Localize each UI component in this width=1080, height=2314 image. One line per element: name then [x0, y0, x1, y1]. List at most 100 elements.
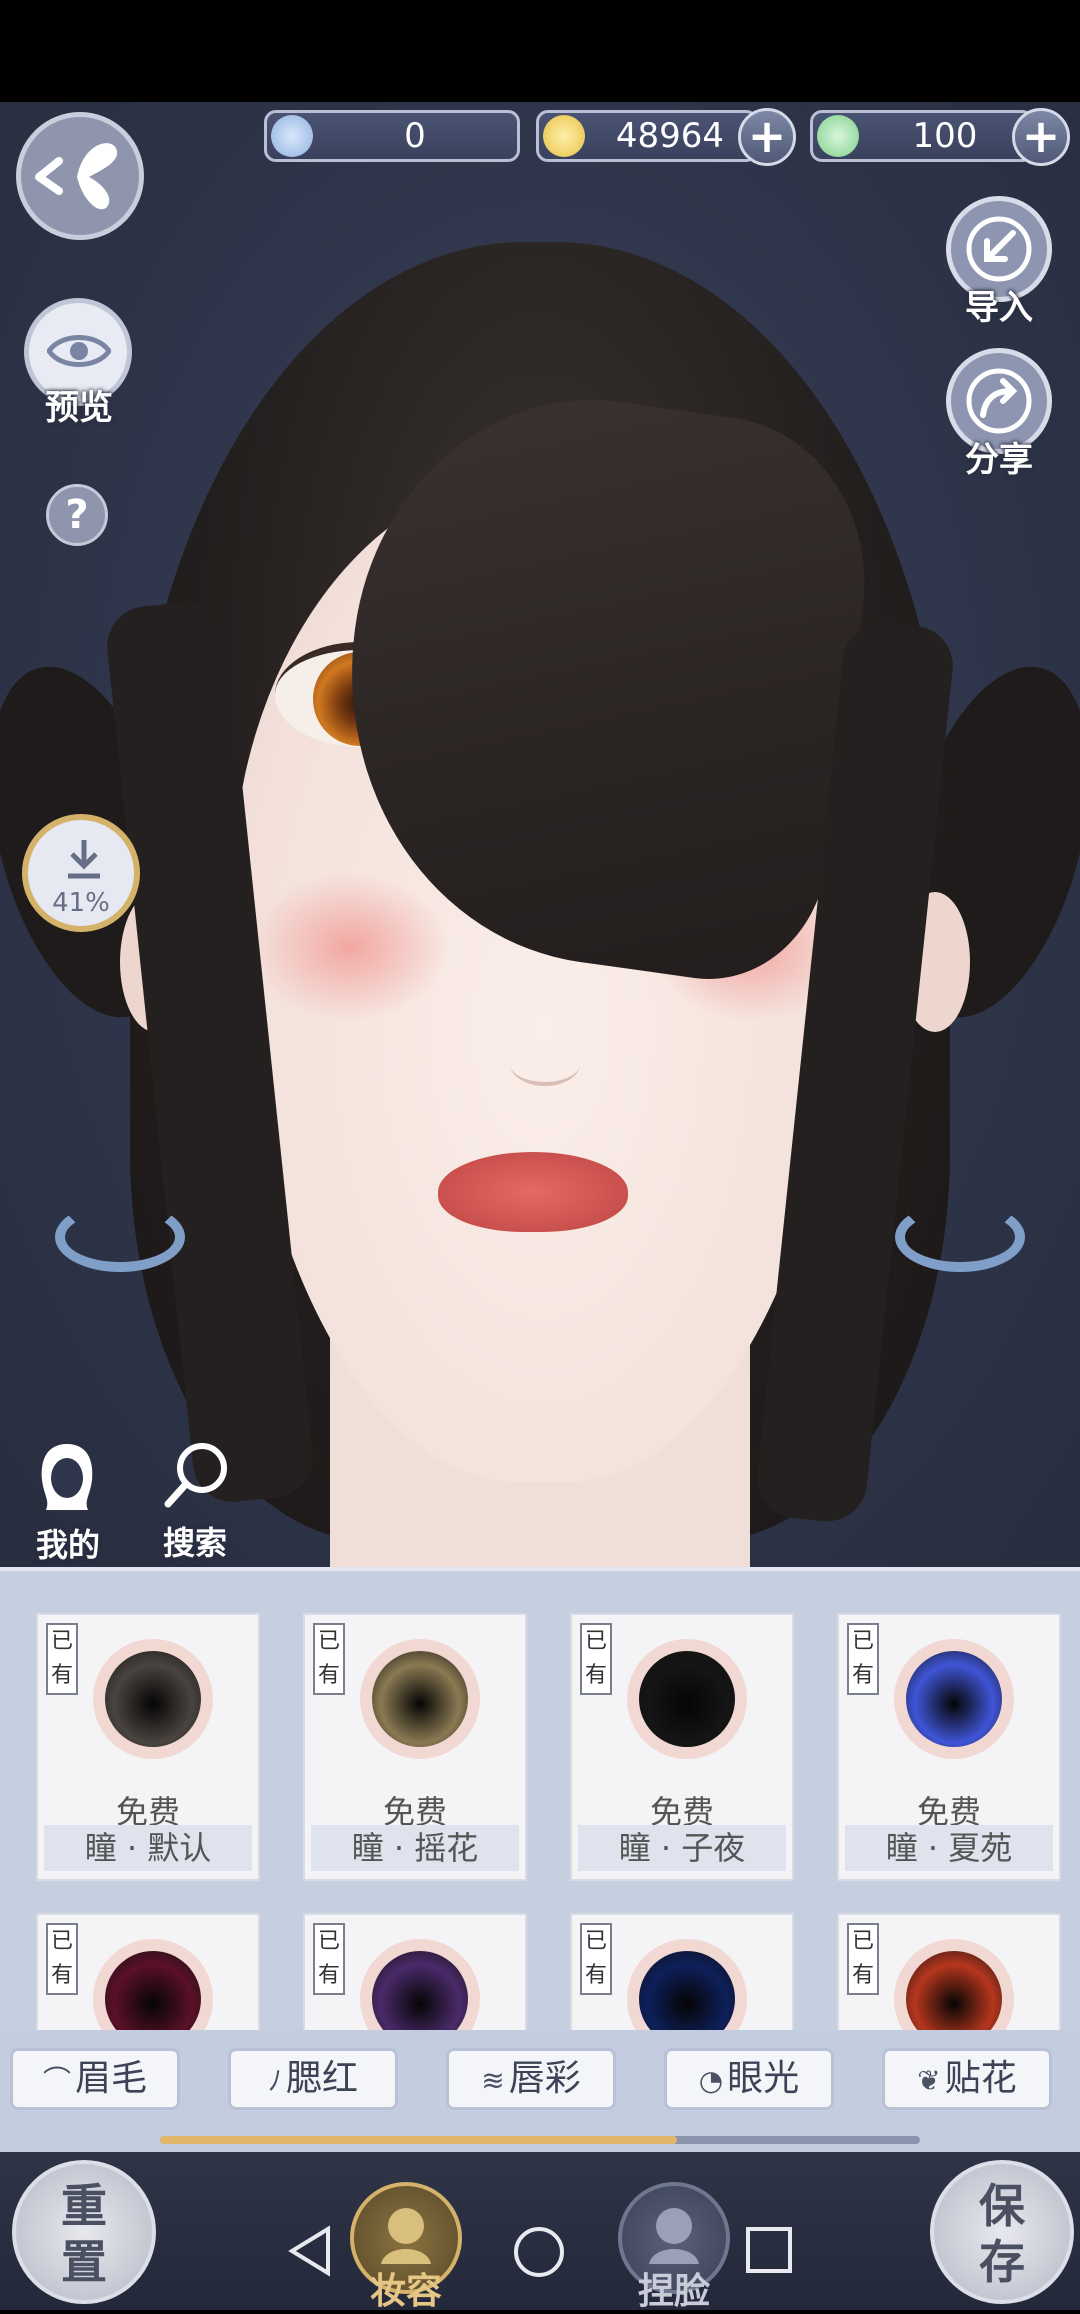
tab-label: 贴花	[944, 2058, 1017, 2099]
pupil-color	[105, 1951, 201, 2031]
jade-token-icon	[817, 115, 859, 157]
search-label: 搜索	[162, 1524, 227, 1562]
sticker-icon: ❦	[917, 2064, 941, 2097]
makeup-portrait-icon	[381, 2208, 431, 2264]
share-icon	[966, 368, 1032, 434]
currency-jade: 100	[810, 110, 1034, 162]
nav-home-icon[interactable]	[512, 2225, 566, 2279]
add-jade-button[interactable]: +	[1012, 108, 1070, 166]
pupil-color	[906, 1951, 1002, 2031]
save-button[interactable]: 保 存	[930, 2160, 1074, 2304]
pupil-color	[105, 1651, 201, 1747]
pupil-card[interactable]: 已有 免费瞳 · 夏苑	[837, 1613, 1061, 1881]
tab-eye-light[interactable]: ◔ 眼光	[664, 2048, 834, 2110]
tab-scrollbar[interactable]	[160, 2136, 920, 2144]
tab-label: 眼光	[727, 2058, 800, 2099]
pupil-card[interactable]: 已有	[303, 1913, 527, 2031]
eye-light-icon: ◔	[698, 2064, 724, 2097]
currency-value: 0	[404, 116, 426, 156]
pupil-card[interactable]: 已有	[36, 1913, 260, 2031]
owned-tag: 已有	[847, 1623, 879, 1695]
blush-icon: ﾉ	[267, 2064, 282, 2097]
makeup-mode-label: 妆容	[369, 2271, 442, 2312]
reset-button[interactable]: 重 置	[12, 2160, 156, 2304]
face-portrait-icon	[649, 2208, 699, 2264]
pupil-swatch	[93, 1939, 213, 2031]
tab-scrollbar-thumb[interactable]	[160, 2136, 677, 2144]
tab-label: 眉毛	[75, 2058, 148, 2099]
currency-copper: 48964	[536, 110, 758, 162]
pupil-color	[372, 1951, 468, 2031]
help-button[interactable]: ?	[46, 484, 108, 546]
pupil-color	[639, 1951, 735, 2031]
face-sculpt-mode-label: 捏脸	[637, 2271, 710, 2312]
status-bar	[0, 0, 1080, 102]
pupil-grid[interactable]: 已有 免费瞳 · 默认 已有 免费瞳 · 摇花 已有 免费瞳 · 子夜 已有 免费瞳 · 夏苑…	[0, 1571, 1080, 2031]
pupil-name: 瞳 · 摇花	[311, 1825, 519, 1871]
tab-label: 腮红	[286, 2058, 359, 2099]
pupil-name: 瞳 · 子夜	[578, 1825, 786, 1871]
silver-feather-icon	[271, 115, 313, 157]
pupil-swatch	[894, 1639, 1014, 1759]
pupil-swatch	[894, 1939, 1014, 2031]
brow-icon: ⌒	[42, 2064, 71, 2097]
nose	[510, 1042, 580, 1086]
tab-sticker[interactable]: ❦ 贴花	[882, 2048, 1052, 2110]
tab-lip-color[interactable]: ≋ 唇彩	[446, 2048, 616, 2110]
portrait-icon	[41, 1444, 93, 1510]
owned-tag: 已有	[313, 1623, 345, 1695]
share-label: 分享	[965, 440, 1033, 480]
lips	[438, 1152, 628, 1232]
pupil-swatch	[627, 1639, 747, 1759]
copper-coin-icon	[543, 115, 585, 157]
tab-label: 唇彩	[508, 2058, 581, 2099]
owned-tag: 已有	[46, 1923, 78, 1995]
currency-value: 100	[912, 116, 978, 156]
download-progress-button[interactable]: 41%	[22, 814, 140, 932]
my-label: 我的	[35, 1526, 100, 1564]
my-presets-button[interactable]: 我的	[24, 1440, 112, 1566]
pupil-name: 瞳 · 默认	[44, 1825, 252, 1871]
add-copper-button[interactable]: +	[738, 108, 796, 166]
pupil-color	[639, 1651, 735, 1747]
search-icon	[164, 1443, 227, 1508]
pupil-card[interactable]: 已有 免费瞳 · 摇花	[303, 1613, 527, 1881]
rotate-left-arrow-icon[interactable]	[55, 1202, 185, 1272]
currency-silver: 0	[264, 110, 520, 162]
owned-tag: 已有	[847, 1923, 879, 1995]
tab-eyebrow[interactable]: ⌒ 眉毛	[10, 2048, 180, 2110]
nav-recents-icon[interactable]	[744, 2225, 794, 2275]
lips-icon: ≋	[481, 2064, 505, 2097]
pupil-name: 瞳 · 夏苑	[845, 1825, 1053, 1871]
rotate-right-arrow-icon[interactable]	[895, 1202, 1025, 1272]
download-percent: 41%	[52, 888, 110, 918]
butterfly-back-icon	[35, 143, 118, 210]
pupil-swatch	[360, 1639, 480, 1759]
import-label: 导入	[965, 288, 1033, 328]
pupil-card[interactable]: 已有	[837, 1913, 1061, 2031]
makeup-catalog-panel[interactable]: 已有 免费瞳 · 默认 已有 免费瞳 · 摇花 已有 免费瞳 · 子夜 已有 免费瞳 · 夏苑…	[0, 1567, 1080, 2052]
owned-tag: 已有	[46, 1623, 78, 1695]
character-viewport[interactable]	[0, 102, 1080, 1567]
blush-left	[250, 872, 450, 1022]
eye-icon	[47, 335, 111, 367]
preview-label: 预览	[45, 388, 113, 428]
search-button[interactable]: 搜索	[150, 1440, 240, 1564]
owned-tag: 已有	[313, 1923, 345, 1995]
currency-value: 48964	[615, 116, 725, 156]
pupil-color	[372, 1651, 468, 1747]
tab-blush[interactable]: ﾉ腮红	[228, 2048, 398, 2110]
pupil-swatch	[627, 1939, 747, 2031]
pupil-card[interactable]: 已有 免费瞳 · 子夜	[570, 1613, 794, 1881]
back-button[interactable]	[16, 112, 144, 240]
owned-tag: 已有	[580, 1623, 612, 1695]
pupil-swatch	[360, 1939, 480, 2031]
download-icon	[68, 840, 100, 879]
pupil-card[interactable]: 已有	[570, 1913, 794, 2031]
owned-tag: 已有	[580, 1923, 612, 1995]
import-icon	[966, 216, 1032, 282]
pupil-color	[906, 1651, 1002, 1747]
nav-back-icon[interactable]	[286, 2225, 334, 2277]
pupil-swatch	[93, 1639, 213, 1759]
pupil-card[interactable]: 已有 免费瞳 · 默认	[36, 1613, 260, 1881]
